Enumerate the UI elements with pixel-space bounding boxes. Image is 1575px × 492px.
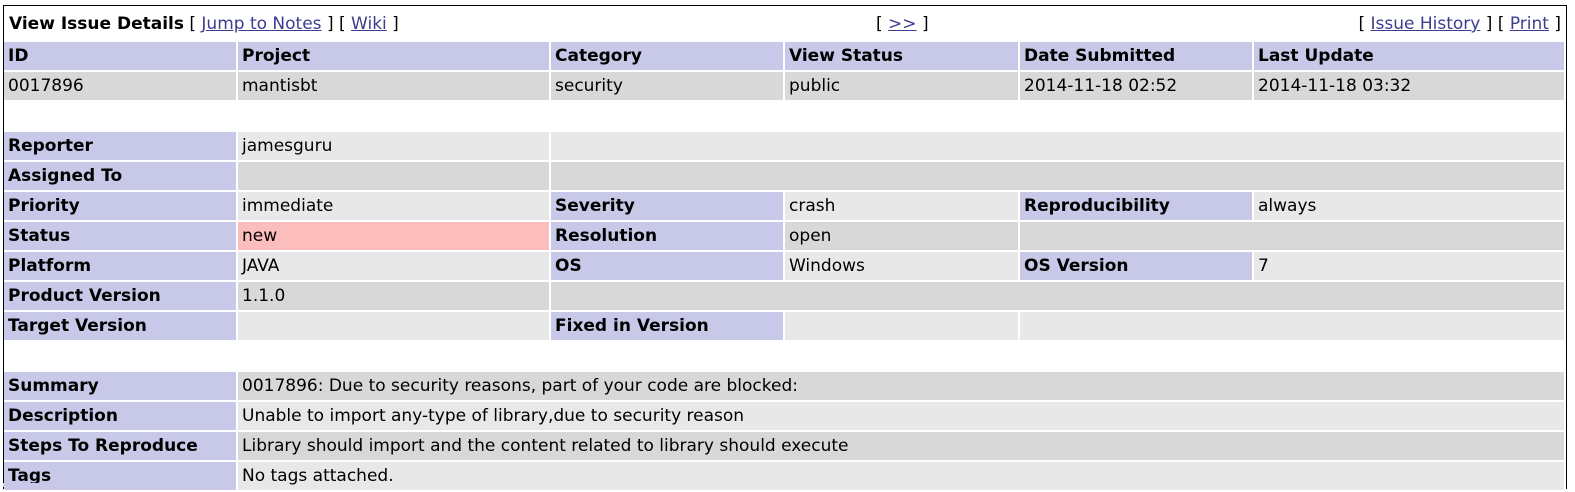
os-label: OS [551,252,783,280]
next-issue-link[interactable]: >> [888,14,917,34]
status-row: Status new Resolution open [4,222,1564,250]
assigned-to-row: Assigned To [4,162,1564,190]
status-filler [1020,222,1564,250]
fixed-in-version-value [785,312,1018,340]
last-update-value: 2014-11-18 03:32 [1254,72,1564,100]
product-version-value: 1.1.0 [238,282,549,310]
jump-to-notes-link[interactable]: Jump to Notes [201,14,321,34]
summary-value: 0017896: Due to security reasons, part o… [238,372,1564,400]
platform-label: Platform [4,252,236,280]
summary-row: Summary 0017896: Due to security reasons… [4,372,1564,400]
priority-label: Priority [4,192,236,220]
target-version-filler [1020,312,1564,340]
assigned-to-label: Assigned To [4,162,236,190]
wiki-link[interactable]: Wiki [351,14,387,34]
reproducibility-value: always [1254,192,1564,220]
issue-details-panel: View Issue Details [ Jump to Notes ] [ W… [2,5,1567,492]
page-title: View Issue Details [9,14,184,34]
assigned-to-value [238,162,549,190]
tags-row: Tags No tags attached. [4,462,1564,490]
date-submitted-label: Date Submitted [1020,42,1252,70]
description-value: Unable to import any-type of library,due… [238,402,1564,430]
reproducibility-label: Reproducibility [1020,192,1252,220]
header-left: View Issue Details [ Jump to Notes ] [ W… [9,14,399,34]
severity-value: crash [785,192,1018,220]
description-row: Description Unable to import any-type of… [4,402,1564,430]
spacer-row-2 [4,342,1564,370]
resolution-label: Resolution [551,222,783,250]
platform-row: Platform JAVA OS Windows OS Version 7 [4,252,1564,280]
summary-label: Summary [4,372,236,400]
severity-label: Severity [551,192,783,220]
top-labels-row: ID Project Category View Status Date Sub… [4,42,1564,70]
date-submitted-value: 2014-11-18 02:52 [1020,72,1252,100]
header-nav: [ >> ] [876,14,929,34]
view-status-label: View Status [785,42,1018,70]
priority-row: Priority immediate Severity crash Reprod… [4,192,1564,220]
product-version-row: Product Version 1.1.0 [4,282,1564,310]
steps-row: Steps To Reproduce Library should import… [4,432,1564,460]
last-update-label: Last Update [1254,42,1564,70]
target-version-label: Target Version [4,312,236,340]
project-value: mantisbt [238,72,549,100]
os-version-value: 7 [1254,252,1564,280]
steps-value: Library should import and the content re… [238,432,1564,460]
steps-label: Steps To Reproduce [4,432,236,460]
category-value: security [551,72,783,100]
platform-value: JAVA [238,252,549,280]
product-version-label: Product Version [4,282,236,310]
status-label: Status [4,222,236,250]
reporter-filler [551,132,1564,160]
product-version-filler [551,282,1564,310]
target-version-row: Target Version Fixed in Version [4,312,1564,340]
reporter-label: Reporter [4,132,236,160]
next-row-stub [3,483,233,487]
reporter-value: jamesguru [238,132,549,160]
os-version-label: OS Version [1020,252,1252,280]
spacer-row [4,102,1564,130]
view-status-value: public [785,72,1018,100]
header-right: [ Issue History ] [ Print ] [1358,14,1561,34]
assigned-to-filler [551,162,1564,190]
category-label: Category [551,42,783,70]
print-link[interactable]: Print [1510,14,1549,34]
description-label: Description [4,402,236,430]
resolution-value: open [785,222,1018,250]
reporter-row: Reporter jamesguru [4,132,1564,160]
panel-header: View Issue Details [ Jump to Notes ] [ W… [4,6,1566,40]
priority-value: immediate [238,192,549,220]
issue-table: ID Project Category View Status Date Sub… [2,40,1566,492]
tags-value: No tags attached. [238,462,1564,490]
os-value: Windows [785,252,1018,280]
project-label: Project [238,42,549,70]
issue-history-link[interactable]: Issue History [1371,14,1481,34]
top-values-row: 0017896 mantisbt security public 2014-11… [4,72,1564,100]
id-label: ID [4,42,236,70]
id-value: 0017896 [4,72,236,100]
fixed-in-version-label: Fixed in Version [551,312,783,340]
target-version-value [238,312,549,340]
status-value: new [238,222,549,250]
